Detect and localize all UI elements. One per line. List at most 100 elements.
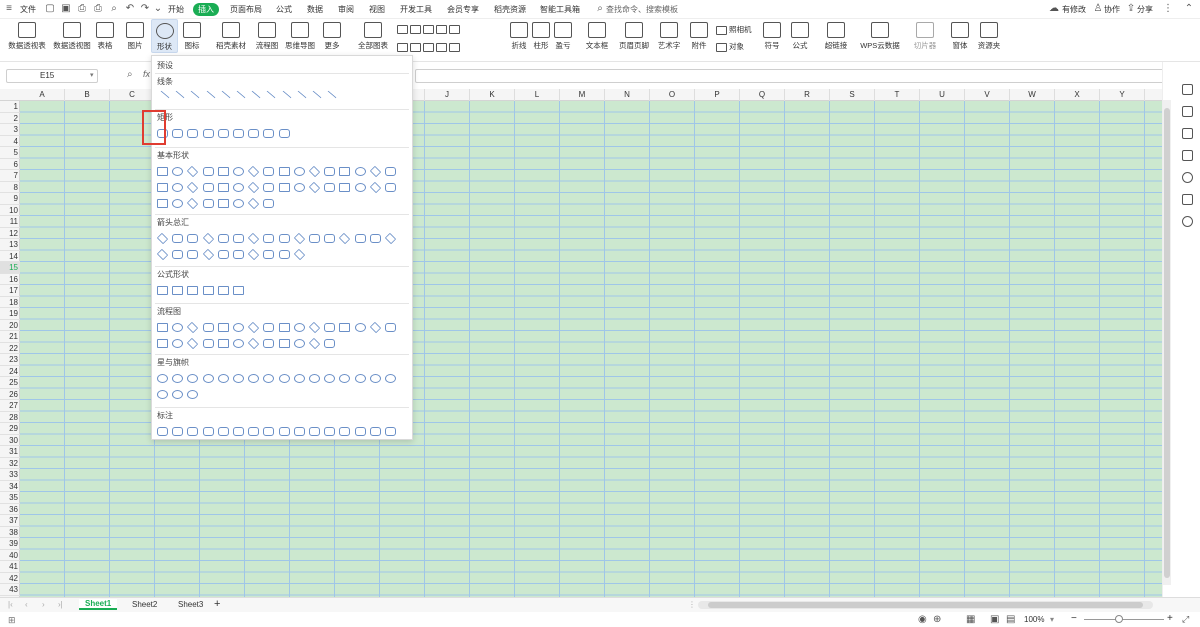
next-sheet-icon[interactable]: › — [42, 600, 45, 609]
row-header-40[interactable]: 40 — [0, 550, 20, 561]
shape-option-icon[interactable] — [172, 390, 184, 399]
pivot-table-button[interactable]: 数据透视表 — [6, 19, 48, 51]
column-header-o[interactable]: O — [650, 89, 695, 101]
row-header-21[interactable]: 21 — [0, 331, 20, 343]
file-menu[interactable]: 文件 — [20, 4, 36, 15]
shape-option-icon[interactable] — [187, 390, 199, 399]
formula-input[interactable] — [415, 69, 1170, 83]
scrollbar-thumb[interactable] — [1164, 108, 1170, 578]
tab-view[interactable]: 视图 — [369, 4, 385, 15]
first-sheet-icon[interactable]: |‹ — [8, 600, 13, 609]
column-header-q[interactable]: Q — [740, 89, 785, 101]
customize-icon[interactable]: ⌄ — [152, 3, 164, 15]
row-header-10[interactable]: 10 — [0, 205, 20, 216]
row-header-12[interactable]: 12 — [0, 228, 20, 239]
icons-button[interactable]: 图标 — [180, 19, 204, 51]
header-footer-button[interactable]: 页眉页脚 — [618, 19, 650, 51]
shape-option-icon[interactable] — [157, 374, 168, 383]
row-header-4[interactable]: 4 — [0, 136, 20, 147]
shape-option-icon[interactable] — [172, 199, 184, 208]
shape-option-icon[interactable] — [339, 167, 351, 176]
horizontal-scrollbar-thumb[interactable] — [708, 602, 1143, 608]
row-header-23[interactable]: 23 — [0, 354, 20, 366]
shape-option-icon[interactable] — [185, 90, 200, 105]
add-sheet-button[interactable]: + — [214, 598, 220, 610]
shape-option-icon[interactable] — [202, 286, 214, 295]
export-icon[interactable]: ⎙ — [76, 3, 88, 15]
shape-option-icon[interactable] — [157, 167, 168, 176]
last-sheet-icon[interactable]: ›| — [58, 600, 63, 609]
shape-option-icon[interactable] — [248, 165, 260, 178]
shape-option-icon[interactable] — [354, 427, 366, 436]
normal-view-icon[interactable]: ▦ — [966, 614, 975, 625]
tab-docer[interactable]: 稻壳资源 — [494, 4, 526, 15]
row-header-33[interactable]: 33 — [0, 469, 20, 481]
shape-option-icon[interactable] — [369, 427, 381, 436]
shape-option-icon[interactable] — [217, 199, 229, 208]
print-icon[interactable]: ⎙ — [92, 3, 104, 15]
zoom-slider-track[interactable] — [1084, 619, 1164, 620]
shape-option-icon[interactable] — [172, 183, 184, 192]
shape-option-icon[interactable] — [263, 199, 275, 208]
shape-option-icon[interactable] — [156, 232, 169, 245]
shape-option-icon[interactable] — [248, 129, 260, 138]
shape-option-icon[interactable] — [263, 250, 275, 259]
row-header-7[interactable]: 7 — [0, 170, 20, 182]
row-header-29[interactable]: 29 — [0, 423, 20, 435]
shape-option-icon[interactable] — [293, 374, 305, 383]
row-header-17[interactable]: 17 — [0, 285, 20, 297]
shape-option-icon[interactable] — [354, 374, 366, 383]
shape-option-icon[interactable] — [202, 374, 214, 383]
shape-option-icon[interactable] — [307, 90, 322, 105]
shape-option-icon[interactable] — [233, 323, 244, 332]
zoom-out-button[interactable]: − — [1071, 613, 1077, 624]
column-header-c[interactable]: C — [110, 89, 155, 101]
column-header-y[interactable]: Y — [1100, 89, 1145, 101]
shape-option-icon[interactable] — [233, 199, 244, 208]
wps-cloud-data-button[interactable]: WPS云数据 — [855, 19, 905, 51]
row-header-43[interactable]: 43 — [0, 584, 20, 596]
shape-option-icon[interactable] — [354, 167, 366, 176]
page-layout-view-icon[interactable]: ▣ — [990, 614, 999, 625]
shape-option-icon[interactable] — [217, 339, 229, 348]
style-icon[interactable] — [1182, 84, 1193, 95]
prev-sheet-icon[interactable]: ‹ — [25, 600, 28, 609]
tab-page-layout[interactable]: 页面布局 — [230, 4, 262, 15]
shape-option-icon[interactable] — [216, 90, 231, 105]
shape-option-icon[interactable] — [172, 286, 184, 295]
shape-option-icon[interactable] — [217, 129, 229, 138]
attachment-button[interactable]: 附件 — [690, 19, 708, 51]
shape-option-icon[interactable] — [202, 427, 214, 436]
vertical-scrollbar[interactable] — [1163, 100, 1171, 585]
reading-mode-icon[interactable]: ⊕ — [933, 614, 941, 625]
shape-option-icon[interactable] — [172, 339, 184, 348]
shape-option-icon[interactable] — [339, 323, 351, 332]
shape-option-icon[interactable] — [217, 183, 229, 192]
shape-option-icon[interactable] — [324, 339, 336, 348]
shape-option-icon[interactable] — [354, 183, 366, 192]
shape-option-icon[interactable] — [354, 323, 366, 332]
row-header-36[interactable]: 36 — [0, 504, 20, 515]
row-header-37[interactable]: 37 — [0, 515, 20, 527]
shape-option-icon[interactable] — [384, 232, 397, 245]
row-header-31[interactable]: 31 — [0, 446, 20, 458]
row-header-9[interactable]: 9 — [0, 193, 20, 205]
shape-option-icon[interactable] — [187, 234, 199, 243]
shape-option-icon[interactable] — [308, 165, 321, 178]
shape-option-icon[interactable] — [263, 427, 275, 436]
shape-option-icon[interactable] — [308, 321, 321, 334]
collab-button[interactable]: 协作 — [1104, 4, 1120, 15]
row-header-11[interactable]: 11 — [0, 216, 20, 228]
table-button[interactable]: 表格 — [95, 19, 115, 51]
shape-option-icon[interactable] — [308, 337, 321, 350]
column-header-j[interactable]: J — [425, 89, 470, 101]
shape-option-icon[interactable] — [157, 427, 168, 436]
shape-option-icon[interactable] — [246, 90, 261, 105]
row-header-16[interactable]: 16 — [0, 274, 20, 285]
shape-option-icon[interactable] — [324, 183, 336, 192]
shape-option-icon[interactable] — [385, 167, 396, 176]
tab-member[interactable]: 会员专享 — [447, 4, 479, 15]
shape-option-icon[interactable] — [263, 183, 275, 192]
eye-protection-icon[interactable]: ◉ — [918, 614, 927, 625]
shape-option-icon[interactable] — [187, 250, 199, 259]
